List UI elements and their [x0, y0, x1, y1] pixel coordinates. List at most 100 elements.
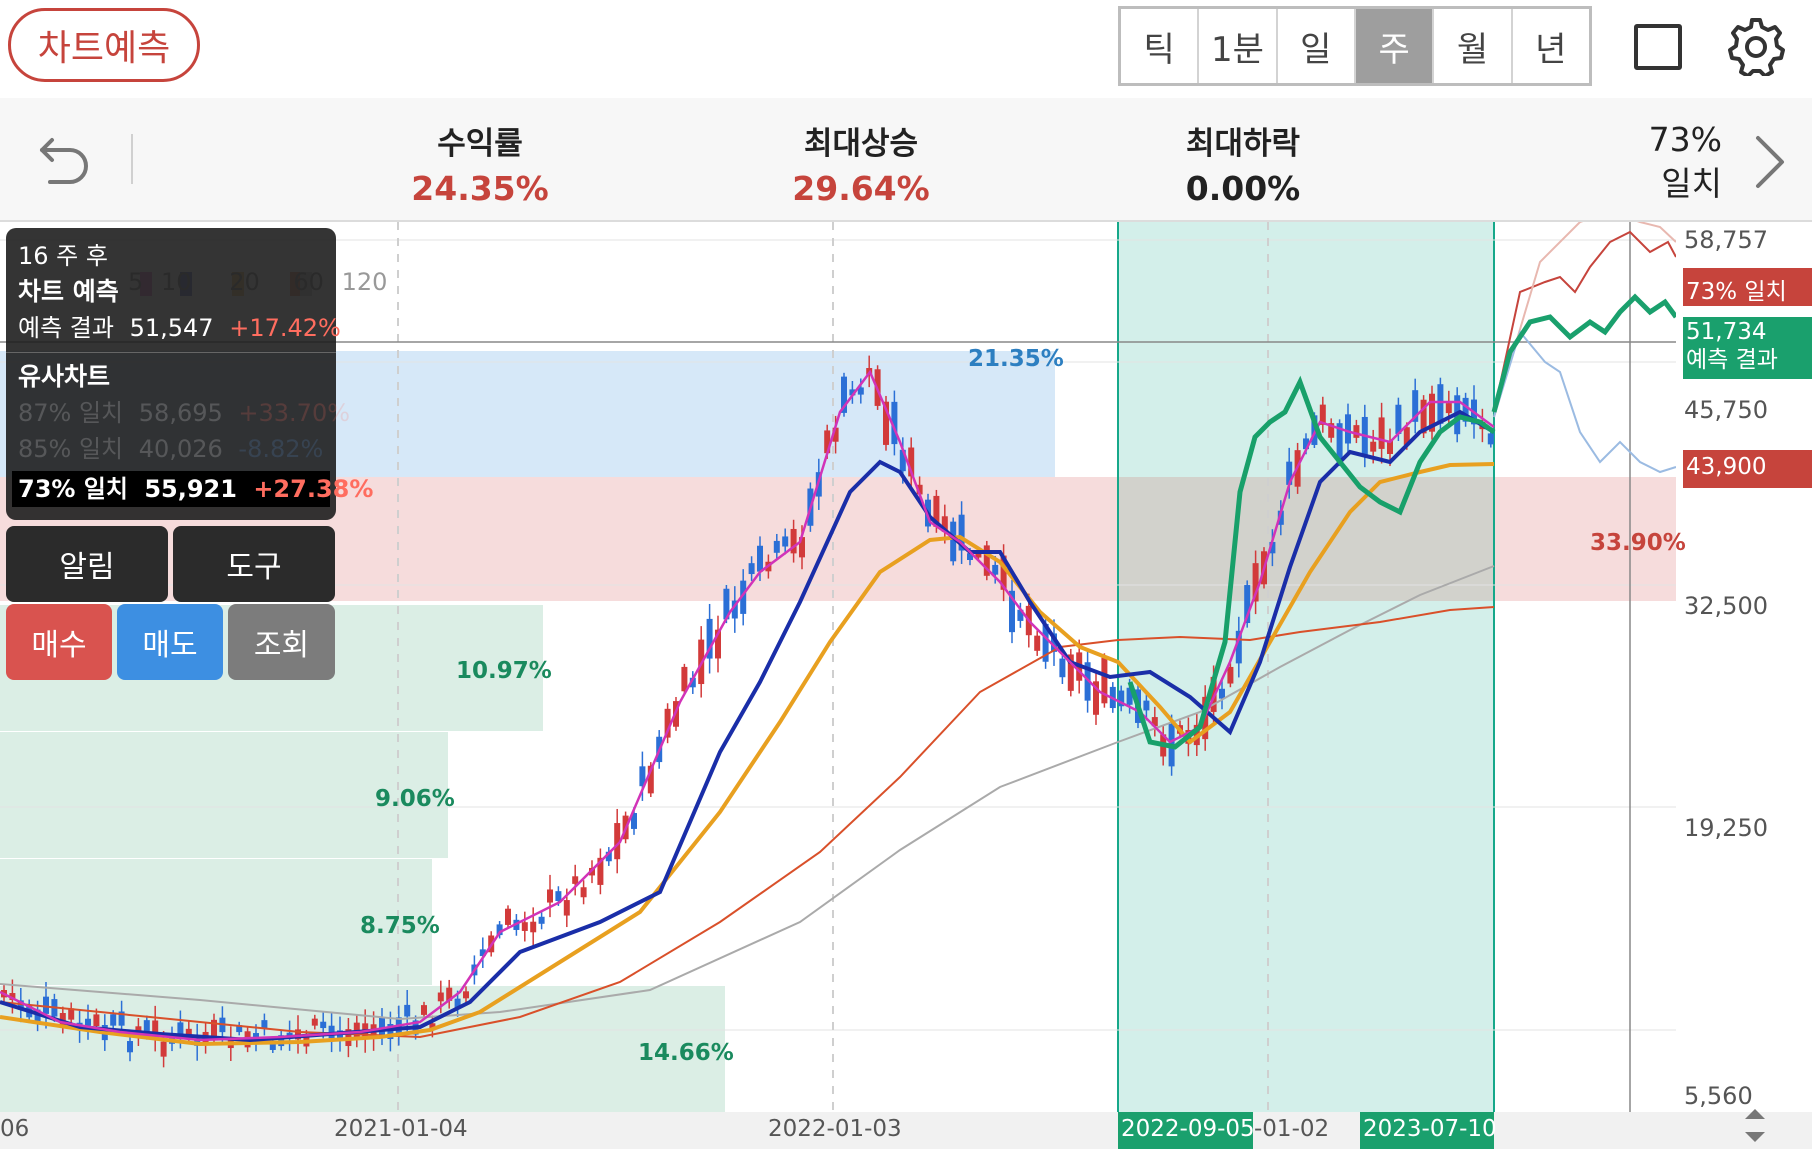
- alert-button[interactable]: 알림: [6, 526, 168, 602]
- period-tab-year[interactable]: 년: [1513, 9, 1589, 83]
- stat-return: 수익률 24.35%: [350, 118, 610, 208]
- similar-price: 40,026: [138, 435, 223, 463]
- sell-button[interactable]: 매도: [117, 604, 223, 680]
- similar-price: 55,921: [144, 475, 237, 503]
- undo-icon[interactable]: [36, 132, 92, 188]
- stat-max-rise-value: 29.64%: [792, 169, 930, 208]
- candle-body: [404, 1004, 411, 1017]
- candle-body: [421, 1005, 427, 1015]
- weeks-after: 16 주 후: [18, 242, 108, 270]
- volume-profile-label: 14.66%: [638, 1040, 734, 1066]
- candle-body: [160, 1041, 167, 1057]
- volume-profile-label: 8.75%: [360, 913, 440, 939]
- stat-max-rise-label: 최대상승: [803, 126, 919, 162]
- period-tab-1min[interactable]: 1분: [1199, 9, 1278, 83]
- period-tab-day[interactable]: 일: [1278, 9, 1356, 83]
- prediction-info-panel: 16 주 후 차트 예측 예측 결과 51,547 +17.42% 유사차트 8…: [6, 228, 373, 520]
- candle-body: [1437, 384, 1444, 424]
- candle-body: [1345, 414, 1351, 444]
- period-selector: 틱 1분 일 주 월 년: [1118, 6, 1592, 86]
- candle-body: [379, 1017, 385, 1036]
- current-price-tag-label: 43,900: [1686, 454, 1767, 480]
- y-axis-tick: 5,560: [1684, 1082, 1753, 1110]
- x-axis-panel: [0, 1112, 1812, 1149]
- volume-profile-label: 9.06%: [375, 786, 455, 812]
- similar-match: 73% 일치: [18, 475, 128, 503]
- candle-body: [1227, 666, 1234, 684]
- similar-price: 58,695: [138, 399, 223, 427]
- y-axis-tick: 19,250: [1684, 814, 1768, 842]
- drop-band-label: 33.90%: [1590, 530, 1686, 556]
- similar-change: +27.38%: [253, 475, 374, 503]
- projection-85-line: [1493, 329, 1677, 474]
- match-percent: 73%: [1648, 120, 1722, 159]
- candle-body: [1143, 700, 1150, 711]
- period-tab-month[interactable]: 월: [1434, 9, 1513, 83]
- match-price-tag-label: 73% 일치: [1686, 279, 1787, 305]
- candle-body: [563, 900, 570, 916]
- candle-body: [530, 921, 537, 933]
- similar-chart-row[interactable]: 87% 일치 58,695 +33.70%: [18, 395, 350, 431]
- candle-body: [580, 887, 587, 898]
- period-tab-week[interactable]: 주: [1355, 9, 1435, 83]
- view-button[interactable]: 조회: [228, 604, 335, 680]
- candle-body: [572, 876, 579, 884]
- period-tab-tick[interactable]: 틱: [1121, 9, 1200, 83]
- similar-change: -8.82%: [238, 435, 324, 463]
- y-axis-tick: 45,750: [1684, 396, 1768, 424]
- prediction-title: 차트 예측: [18, 277, 119, 306]
- similar-match: 85% 일치: [18, 435, 124, 463]
- candle-body: [43, 996, 49, 1014]
- y-axis-tick: 58,757: [1684, 226, 1768, 254]
- match-period-highlight: [1118, 222, 1494, 1129]
- candle-body: [1059, 658, 1066, 678]
- similar-match: 87% 일치: [18, 399, 124, 427]
- x-axis-label: 2021-01-04: [334, 1116, 468, 1142]
- candle-body: [85, 1018, 91, 1026]
- candle-body: [1378, 417, 1385, 449]
- stat-max-drop-value: 0.00%: [1185, 169, 1301, 208]
- prediction-price-sub: 예측 결과: [1686, 347, 1778, 373]
- y-axis-tick: 32,500: [1684, 592, 1768, 620]
- candle-body: [992, 564, 999, 575]
- candle-body: [555, 891, 562, 902]
- prediction-result-change: +17.42%: [229, 314, 341, 342]
- divider: [6, 352, 336, 353]
- candle-body: [1487, 433, 1494, 445]
- candle-body: [93, 1014, 100, 1027]
- similar-chart-title: 유사차트: [18, 362, 111, 391]
- buy-button[interactable]: 매수: [6, 604, 112, 680]
- candle-body: [320, 1021, 327, 1029]
- candle-body: [463, 991, 469, 999]
- volume-profile-bar: [0, 986, 725, 1112]
- stat-max-rise: 최대상승 29.64%: [731, 118, 991, 208]
- stat-return-value: 24.35%: [411, 169, 549, 208]
- volume-profile-label: 10.97%: [456, 658, 552, 684]
- similar-chart-row-selected[interactable]: 73% 일치 55,921 +27.38%: [12, 471, 373, 507]
- candle-body: [1370, 441, 1377, 452]
- prediction-line: [1491, 293, 1679, 413]
- gear-icon[interactable]: [1726, 16, 1786, 76]
- candle-body: [547, 889, 553, 903]
- candle-body: [1219, 688, 1225, 699]
- x-axis-label: 2022-01-03: [768, 1116, 902, 1142]
- prediction-price-tag-label: 51,734 예측 결과: [1686, 318, 1778, 374]
- candle-body: [538, 916, 545, 924]
- chevron-right-icon[interactable]: [1750, 134, 1790, 190]
- match-summary: 73% 일치: [1649, 118, 1722, 206]
- similar-chart-row[interactable]: 85% 일치 40,026 -8.82%: [18, 431, 324, 467]
- candle-body: [681, 666, 688, 692]
- top-bar: 차트예측 틱 1분 일 주 월 년: [0, 0, 1812, 98]
- candle-body: [521, 922, 528, 931]
- candle-body: [110, 1014, 117, 1026]
- similar-change: +33.70%: [238, 399, 351, 427]
- chart-predict-button[interactable]: 차트예측: [8, 8, 200, 82]
- tools-button[interactable]: 도구: [173, 526, 335, 602]
- prediction-price-value: 51,734: [1686, 319, 1767, 345]
- candle-body: [505, 908, 511, 925]
- candle-body: [782, 536, 789, 547]
- rise-band-label: 21.35%: [968, 346, 1064, 372]
- stats-bar: 수익률 24.35% 최대상승 29.64% 최대하락 0.00% 73% 일치: [0, 98, 1812, 222]
- candle-body: [127, 1041, 133, 1053]
- fullscreen-icon[interactable]: [1634, 24, 1682, 70]
